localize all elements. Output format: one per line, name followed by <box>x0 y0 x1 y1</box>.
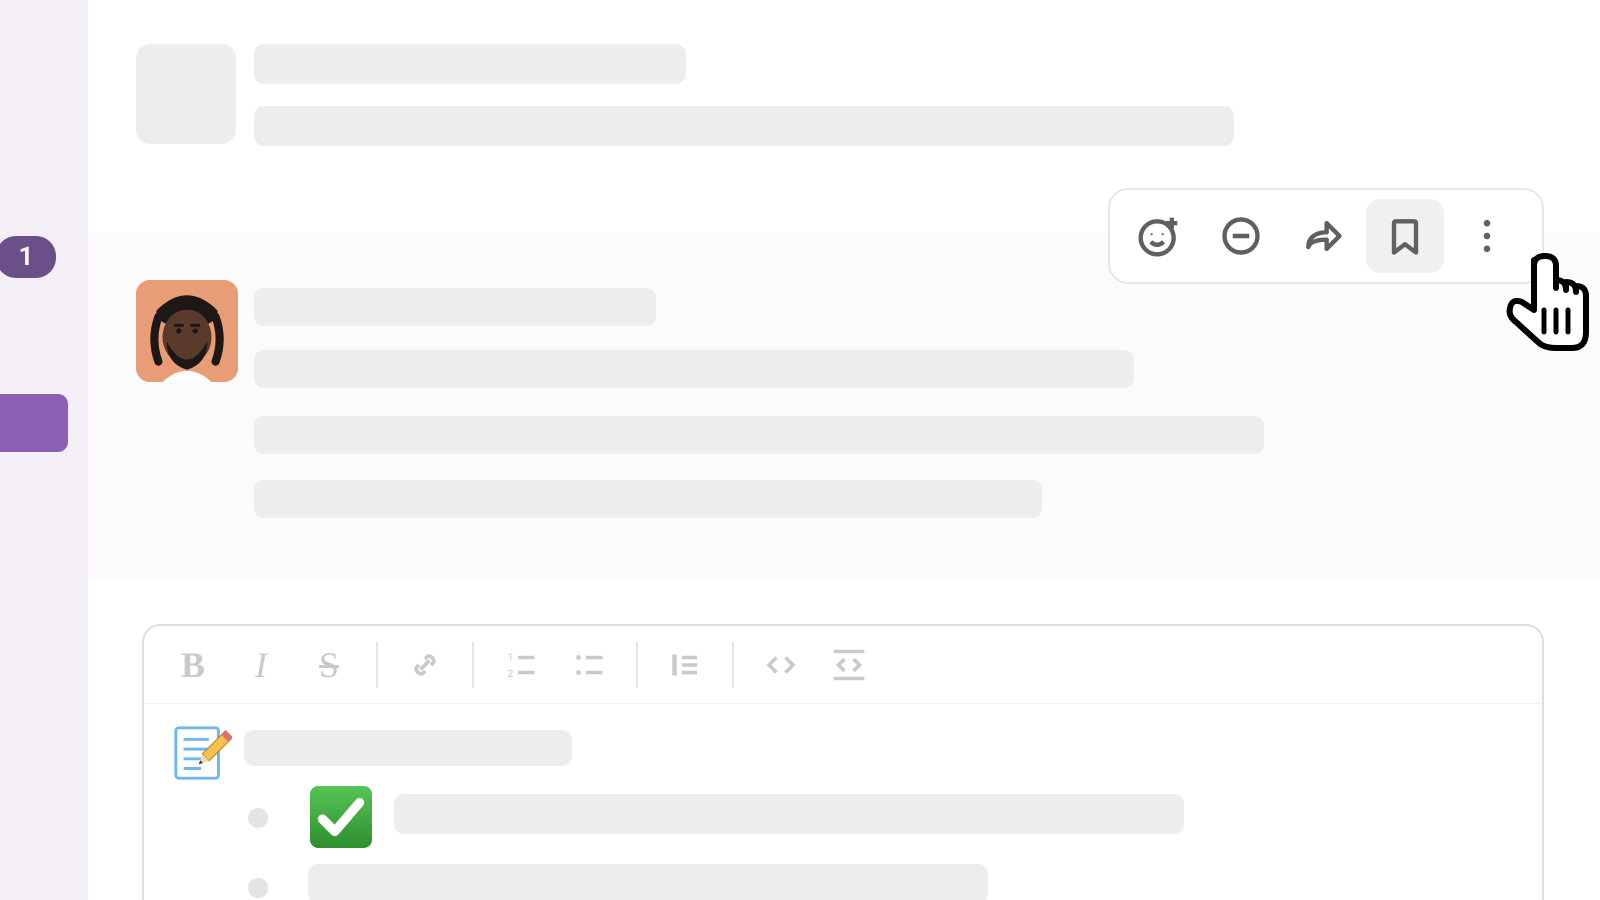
bulleted-list-icon <box>571 647 607 683</box>
link-icon <box>407 647 443 683</box>
hovered-message[interactable] <box>88 232 1600 580</box>
bookmark-button[interactable] <box>1366 199 1444 273</box>
toolbar-separator <box>376 642 378 688</box>
toolbar-separator <box>472 642 474 688</box>
avatar[interactable] <box>136 280 238 382</box>
link-button[interactable] <box>394 637 456 693</box>
message-hover-toolbar <box>1108 188 1544 284</box>
mention-badge-count: 1 <box>19 242 34 272</box>
ordered-list-icon: 1 2 <box>503 647 539 683</box>
active-channel-indicator[interactable] <box>0 394 68 452</box>
share-arrow-icon <box>1301 214 1345 258</box>
message-text-placeholder <box>254 288 656 326</box>
bold-button[interactable]: B <box>162 637 224 693</box>
more-vertical-icon <box>1465 214 1509 258</box>
inline-code-button[interactable] <box>750 637 812 693</box>
svg-text:2: 2 <box>508 667 514 680</box>
draft-text-placeholder <box>308 864 988 900</box>
message-text-placeholder <box>254 416 1264 454</box>
svg-text:1: 1 <box>508 650 514 663</box>
app-root: 1 <box>0 0 1600 900</box>
draft-text-placeholder <box>394 794 1184 834</box>
message-text-placeholder <box>254 480 1042 518</box>
toolbar-separator <box>636 642 638 688</box>
speech-bubble-icon <box>1219 214 1263 258</box>
bullet-point <box>248 808 268 828</box>
bookmark-icon <box>1383 214 1427 258</box>
workspace-rail: 1 <box>0 0 88 900</box>
ordered-list-button[interactable]: 1 2 <box>490 637 552 693</box>
check-mark-emoji <box>308 784 374 850</box>
message-avatar-placeholder <box>136 44 236 144</box>
code-icon <box>763 647 799 683</box>
message-pane: B I S 1 2 <box>88 0 1600 900</box>
reply-thread-button[interactable] <box>1202 199 1280 273</box>
blockquote-button[interactable] <box>654 637 716 693</box>
message-text-placeholder <box>254 44 686 84</box>
mention-badge[interactable]: 1 <box>0 236 56 278</box>
message-text-placeholder <box>254 106 1234 146</box>
bullet-point <box>248 878 268 898</box>
toolbar-separator <box>732 642 734 688</box>
code-block-icon <box>831 647 867 683</box>
add-reaction-button[interactable] <box>1120 199 1198 273</box>
message-text-placeholder <box>254 350 1134 388</box>
memo-emoji <box>170 722 232 784</box>
strikethrough-button[interactable]: S <box>298 637 360 693</box>
draft-text-placeholder <box>244 730 572 766</box>
avatar-image <box>136 280 238 382</box>
bulleted-list-button[interactable] <box>558 637 620 693</box>
code-block-button[interactable] <box>818 637 880 693</box>
italic-button[interactable]: I <box>230 637 292 693</box>
blockquote-icon <box>667 647 703 683</box>
message-composer[interactable]: B I S 1 2 <box>142 624 1544 900</box>
share-button[interactable] <box>1284 199 1362 273</box>
emoji-plus-icon <box>1137 214 1181 258</box>
more-actions-button[interactable] <box>1448 199 1526 273</box>
formatting-toolbar: B I S 1 2 <box>144 626 1542 704</box>
composer-content[interactable] <box>144 704 1542 762</box>
